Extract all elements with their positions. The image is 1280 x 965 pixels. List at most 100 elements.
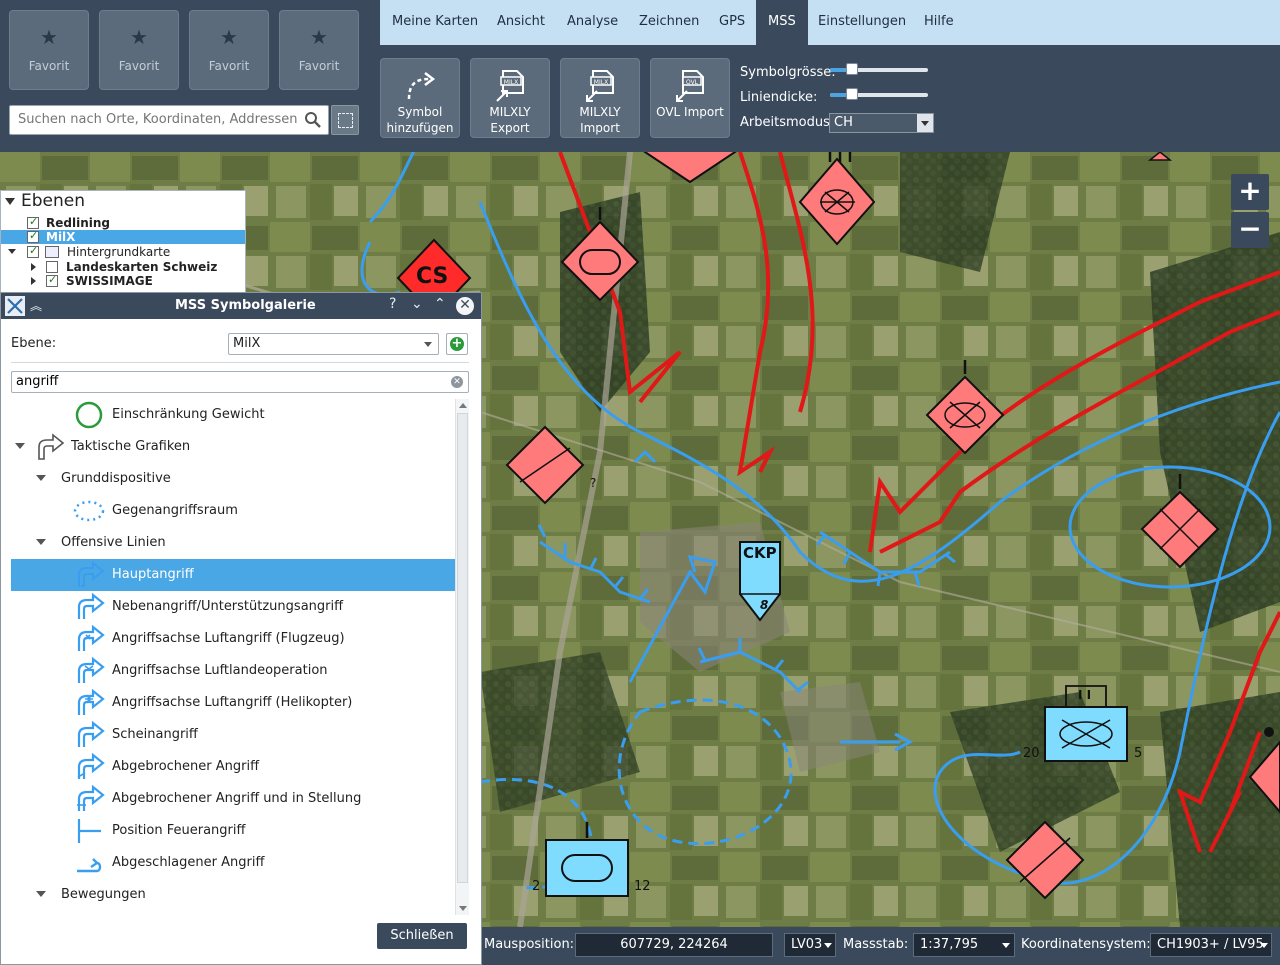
map-label-ckp: CKP — [743, 544, 777, 562]
aborted-attack-icon — [77, 753, 105, 779]
layer-checkbox[interactable] — [46, 261, 58, 273]
close-button[interactable]: Schließen — [377, 923, 467, 949]
main-menu: Meine Karten Ansicht Analyse Zeichnen GP… — [380, 0, 1280, 45]
tree-item-luftlandeoperation[interactable]: Angriffsachse Luftlandeoperation — [11, 655, 455, 687]
tree-scrollbar[interactable] — [455, 399, 469, 915]
tree-item-nebenangriff[interactable]: Nebenangriff/Unterstützungsangriff — [11, 591, 455, 623]
layers-title[interactable]: Ebenen — [5, 191, 85, 211]
layer-hintergrundkarte[interactable]: Hintergrundkarte — [1, 244, 245, 259]
tree-item-einschraenkung-gewicht[interactable]: Einschränkung Gewicht — [11, 399, 455, 431]
ebene-label: Ebene: — [11, 336, 57, 351]
area-select-button[interactable] — [331, 105, 359, 135]
layer-landeskarten[interactable]: Landeskarten Schweiz — [1, 260, 245, 274]
tree-item-abgebrochener-angriff[interactable]: Abgebrochener Angriff — [11, 751, 455, 783]
crs-select[interactable]: CH1903+ / LV95 — [1150, 933, 1272, 957]
menu-einstellungen[interactable]: Einstellungen — [806, 0, 918, 45]
tree-group-taktische-grafiken[interactable]: Taktische Grafiken — [11, 431, 455, 463]
map-label-12: 12 — [634, 879, 651, 894]
layer-redlining[interactable]: Redlining — [1, 215, 245, 230]
tree-item-gegenangriffsraum[interactable]: Gegenangriffsraum — [11, 495, 455, 527]
app-logo-icon — [5, 296, 25, 316]
chevron-right-icon[interactable] — [31, 277, 36, 285]
chevron-down-icon[interactable] — [36, 891, 46, 897]
help-icon[interactable]: ? — [389, 296, 396, 312]
scroll-up-icon[interactable] — [459, 403, 467, 408]
weight-restriction-icon — [75, 401, 103, 429]
chevron-down-icon[interactable] — [8, 249, 16, 254]
menu-analyse[interactable]: Analyse — [555, 0, 630, 45]
tree-item-abgebrochener-angriff-stellung[interactable]: Abgebrochener Angriff und in Stellung — [11, 783, 455, 815]
symbolsize-slider[interactable] — [830, 63, 928, 75]
symbol-gallery-dialog: ︽ MSS Symbolgalerie ? ⌄ ⌃ ✕ Ebene: MilX … — [0, 292, 482, 965]
favorite-button-4[interactable]: ★ Favorit — [279, 10, 359, 90]
tree-item-position-feuerangriff[interactable]: Position Feuerangriff — [11, 815, 455, 847]
layer-checkbox[interactable] — [46, 273, 58, 287]
air-attack-helicopter-icon — [77, 689, 105, 715]
milx-export-icon: MILX — [496, 70, 524, 102]
symbol-add-icon — [407, 72, 436, 100]
search-box — [9, 105, 329, 135]
layer-checkbox[interactable] — [27, 244, 39, 258]
zoom-out-button[interactable]: − — [1231, 212, 1269, 248]
tree-item-hauptangriff[interactable]: Hauptangriff — [11, 559, 455, 591]
layer-milx[interactable]: MilX — [1, 229, 245, 244]
minimize-icon[interactable]: ⌄ — [411, 296, 423, 312]
menu-ansicht[interactable]: Ansicht — [485, 0, 557, 45]
crs-label: Koordinatensystem: — [1021, 937, 1151, 952]
chevron-down-icon — [1002, 943, 1010, 948]
search-icon[interactable] — [304, 111, 322, 129]
favorite-button-3[interactable]: ★ Favorit — [189, 10, 269, 90]
linewidth-slider[interactable] — [830, 88, 928, 100]
dialog-titlebar[interactable]: ︽ MSS Symbolgalerie ? ⌄ ⌃ ✕ — [1, 293, 481, 319]
symbol-tree: Einschränkung Gewicht Taktische Grafiken… — [11, 399, 455, 915]
tree-item-luftangriff-helikopter[interactable]: Angriffsachse Luftangriff (Helikopter) — [11, 687, 455, 719]
tree-group-offensive-linien[interactable]: Offensive Linien — [11, 527, 455, 559]
add-layer-button[interactable]: + — [446, 333, 468, 355]
menu-zeichnen[interactable]: Zeichnen — [627, 0, 711, 45]
tree-item-luftangriff-flugzeug[interactable]: Angriffsachse Luftangriff (Flugzeug) — [11, 623, 455, 655]
menu-gps[interactable]: GPS — [707, 0, 757, 45]
ovl-import-icon: OVL — [676, 70, 704, 102]
tree-group-bewegungen[interactable]: Bewegungen — [11, 879, 455, 911]
main-attack-icon — [78, 561, 105, 587]
symbol-add-button[interactable]: Symbol hinzufügen — [380, 58, 460, 138]
layer-swissimage[interactable]: SWISSIMAGE — [1, 273, 245, 288]
ebene-select[interactable]: MilX — [228, 333, 439, 355]
menu-mss[interactable]: MSS — [756, 0, 808, 45]
maximize-icon[interactable]: ⌃ — [434, 296, 446, 312]
layer-checkbox[interactable] — [27, 229, 39, 243]
symbolsize-knob[interactable] — [845, 63, 858, 75]
favorite-button-1[interactable]: ★ Favorit — [9, 10, 89, 90]
chevron-right-icon[interactable] — [31, 263, 36, 271]
tree-item-scheinangriff[interactable]: Scheinangriff — [11, 719, 455, 751]
layer-group-icon — [45, 246, 59, 258]
milx-export-button[interactable]: MILX MILXLY Export — [470, 58, 550, 138]
search-input[interactable] — [18, 112, 298, 127]
map-label-ckp-num: 8 — [760, 598, 769, 612]
menu-hilfe[interactable]: Hilfe — [912, 0, 966, 45]
menu-meine-karten[interactable]: Meine Karten — [380, 0, 490, 45]
chevron-down-icon[interactable] — [36, 539, 46, 545]
counterattack-area-icon — [73, 500, 105, 522]
clear-icon[interactable]: ✕ — [451, 376, 463, 388]
zoom-in-button[interactable]: + — [1231, 174, 1269, 210]
star-icon: ★ — [40, 25, 58, 49]
chevron-down-icon[interactable] — [36, 475, 46, 481]
linewidth-knob[interactable] — [845, 88, 858, 100]
scroll-thumb[interactable] — [457, 413, 468, 883]
close-icon[interactable]: ✕ — [456, 297, 474, 315]
ovl-import-button[interactable]: OVL OVL Import — [650, 58, 730, 138]
favorite-button-2[interactable]: ★ Favorit — [99, 10, 179, 90]
tree-item-abgeschlagener-angriff[interactable]: Abgeschlagener Angriff — [11, 847, 455, 879]
scroll-down-icon[interactable] — [459, 906, 467, 911]
collapse-double-icon[interactable]: ︽ — [30, 297, 42, 314]
layer-checkbox[interactable] — [27, 215, 39, 229]
scale-select[interactable]: 1:37,795 — [913, 933, 1015, 957]
selection-box-icon — [338, 113, 353, 128]
chevron-down-icon[interactable] — [15, 443, 25, 449]
tree-group-grunddispositive[interactable]: Grunddispositive — [11, 463, 455, 495]
air-attack-plane-icon — [77, 625, 105, 651]
filter-input[interactable] — [16, 374, 436, 389]
milx-import-button[interactable]: MILX MILXLY Import — [560, 58, 640, 138]
mode-select[interactable]: CH — [829, 113, 934, 133]
